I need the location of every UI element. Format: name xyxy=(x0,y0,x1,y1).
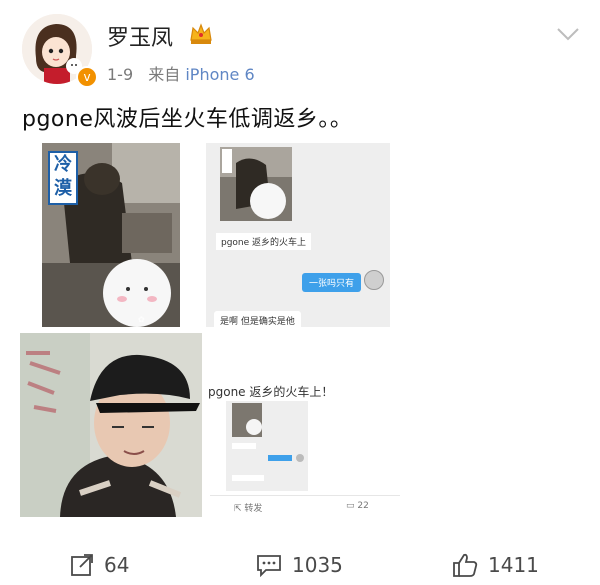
image-watermark: ✿ xyxy=(138,315,145,324)
nested-repost: ⇱ 转发 xyxy=(234,504,263,514)
nested-comment: ▭ 22 xyxy=(346,501,369,511)
portrait-photo xyxy=(20,333,202,517)
post-image-3[interactable] xyxy=(20,333,202,517)
verified-badge-icon: v xyxy=(76,66,98,88)
chevron-down-icon[interactable] xyxy=(556,26,580,42)
post-header: v 罗玉凤 1-9 来自 iPhone 6 xyxy=(0,0,600,100)
crown-icon xyxy=(190,23,212,44)
share-count: 64 xyxy=(104,553,130,577)
like-count: 1411 xyxy=(488,553,539,577)
thumbs-up-icon xyxy=(453,553,478,577)
like-button[interactable]: 1411 xyxy=(452,545,539,585)
nested-chat-thumbnail xyxy=(226,401,308,491)
share-button[interactable]: 64 xyxy=(70,545,129,585)
nested-divider xyxy=(210,495,400,496)
comment-icon xyxy=(257,555,281,577)
post-date: 1-9 xyxy=(107,65,134,84)
source-prefix: 来自 xyxy=(148,65,181,84)
nested-repost-icon: ⇱ xyxy=(234,504,242,514)
nested-post-caption: pgone 返乡的火车上！ xyxy=(208,385,334,399)
chat-caption: pgone 返乡的火车上 xyxy=(216,233,312,250)
action-bar: 64 1035 1411 xyxy=(0,545,600,585)
nested-comment-icon: ▭ xyxy=(346,501,355,511)
user-name[interactable]: 罗玉凤 xyxy=(107,20,173,52)
comment-count: 1035 xyxy=(292,553,343,577)
chat-bubble-blue: 一张吗只有 xyxy=(302,273,362,292)
post-text: pgone风波后坐火车低调返乡。。 xyxy=(22,107,353,132)
post-image-4[interactable]: pgone 返乡的火车上！ ⇱ 转发 ▭ 22 xyxy=(206,333,400,517)
share-icon xyxy=(71,554,93,576)
chat-avatar xyxy=(364,270,384,290)
post-meta: 1-9 来自 iPhone 6 xyxy=(107,61,255,85)
comment-button[interactable]: 1035 xyxy=(256,545,343,585)
chat-bubble-left: 是啊 但是确实是他 xyxy=(214,311,301,327)
post-image-1[interactable]: 冷漠 ✿ xyxy=(42,143,180,327)
cold-sticker-tag: 冷漠 xyxy=(48,151,78,205)
source-device-link[interactable]: iPhone 6 xyxy=(185,65,254,84)
post-image-2[interactable]: pgone 返乡的火车上 一张吗只有 是啊 但是确实是他 xyxy=(206,143,390,327)
